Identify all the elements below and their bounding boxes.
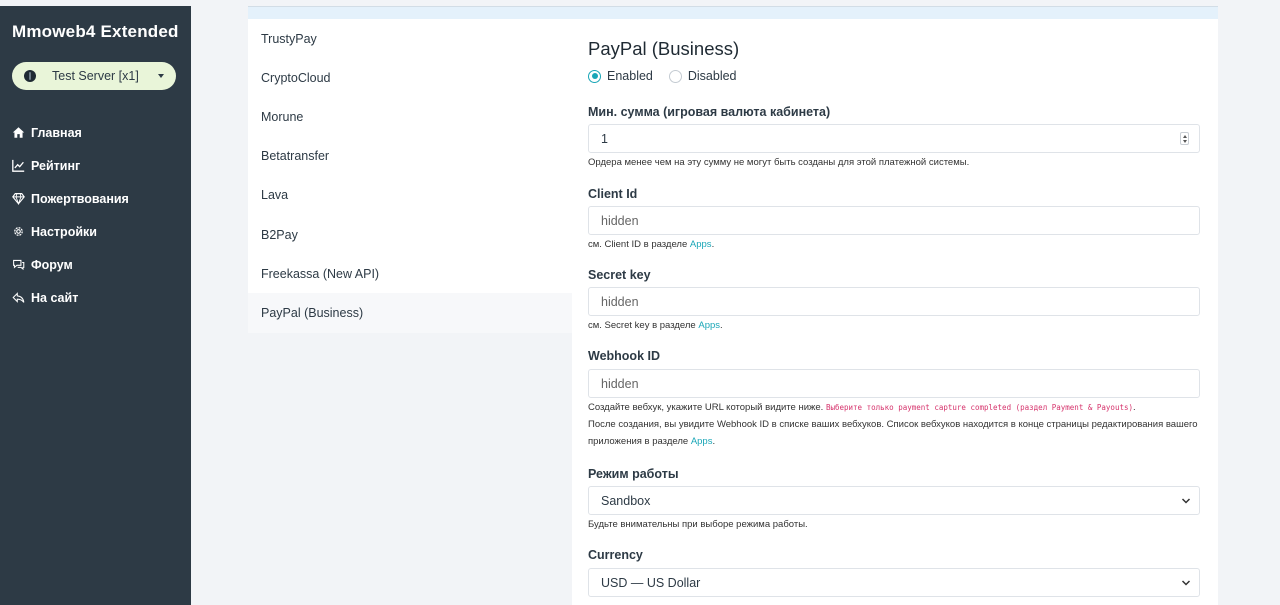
- home-icon: [12, 126, 25, 139]
- diamond-icon: [12, 192, 25, 205]
- gateway-item-trustypay[interactable]: TrustyPay: [248, 19, 572, 58]
- top-info-strip: [248, 6, 1218, 19]
- gateway-item-cryptocloud[interactable]: CryptoCloud: [248, 58, 572, 97]
- webhook-hint-end: .: [712, 436, 716, 447]
- gear-icon: [12, 225, 25, 238]
- enabled-label[interactable]: Enabled: [607, 69, 653, 83]
- webhook-hint-text3: приложения в разделе: [588, 436, 691, 447]
- number-spinner-icon[interactable]: [1180, 132, 1189, 145]
- disabled-label[interactable]: Disabled: [688, 69, 737, 83]
- sidebar-item-donations[interactable]: Пожертвования: [12, 182, 129, 215]
- chevron-down-icon: [1181, 498, 1191, 504]
- secret-key-hint: см. Secret key в разделе Apps.: [588, 317, 723, 334]
- sidebar: Mmoweb4 Extended Test Server [x1] Главна…: [0, 6, 191, 605]
- client-id-apps-link[interactable]: Apps: [690, 239, 712, 250]
- gateway-item-b2pay[interactable]: B2Pay: [248, 215, 572, 254]
- min-sum-hint: Ордера менее чем на эту сумму не могут б…: [588, 157, 970, 168]
- client-id-hint: см. Client ID в разделе Apps.: [588, 236, 714, 253]
- webhook-hint-dot: .: [1133, 402, 1136, 413]
- client-id-hint-end: .: [711, 239, 715, 250]
- reply-icon: [12, 291, 25, 304]
- secret-key-apps-link[interactable]: Apps: [698, 320, 720, 331]
- gateway-item-lava[interactable]: Lava: [248, 176, 572, 215]
- client-id-label: Client Id: [588, 187, 638, 201]
- webhook-id-input[interactable]: [588, 369, 1200, 398]
- webhook-apps-link[interactable]: Apps: [691, 436, 713, 447]
- sidebar-item-label: Форум: [31, 257, 73, 272]
- min-sum-label: Мин. сумма (игровая валюта кабинета): [588, 105, 831, 119]
- client-id-input[interactable]: [588, 206, 1200, 235]
- webhook-hint-line3: приложения в разделе Apps.: [588, 433, 1198, 450]
- secret-key-hint-end: .: [720, 320, 723, 331]
- gateway-item-morune[interactable]: Morune: [248, 97, 572, 136]
- server-power-icon: [24, 70, 36, 82]
- gateway-list: TrustyPay CryptoCloud Morune Betatransfe…: [248, 19, 572, 333]
- sidebar-item-label: Настройки: [31, 224, 97, 239]
- mode-select[interactable]: Sandbox: [588, 486, 1200, 515]
- client-id-hint-text: см. Client ID в разделе: [588, 239, 690, 250]
- currency-select[interactable]: USD — US Dollar: [588, 568, 1200, 597]
- sidebar-item-to-site[interactable]: На сайт: [12, 281, 129, 314]
- chevron-down-icon: [1181, 580, 1191, 586]
- gateway-item-betatransfer[interactable]: Betatransfer: [248, 137, 572, 176]
- webhook-hint-text: Создайте вебхук, укажите URL который вид…: [588, 402, 826, 413]
- gateway-item-paypal[interactable]: PayPal (Business): [248, 293, 572, 333]
- chart-line-icon: [12, 159, 25, 172]
- sidebar-item-forum[interactable]: Форум: [12, 248, 129, 281]
- sidebar-item-label: На сайт: [31, 290, 79, 305]
- sidebar-item-settings[interactable]: Настройки: [12, 215, 129, 248]
- mode-label: Режим работы: [588, 467, 679, 481]
- disabled-radio[interactable]: [668, 69, 682, 83]
- mode-value: Sandbox: [601, 493, 651, 508]
- caret-down-icon: [158, 74, 164, 78]
- currency-label: Currency: [588, 548, 643, 562]
- webhook-hint-line2: После создания, вы увидите Webhook ID в …: [588, 419, 1198, 430]
- currency-value: USD — US Dollar: [601, 575, 701, 590]
- webhook-hint-line1: Создайте вебхук, укажите URL который вид…: [588, 399, 1198, 416]
- webhook-id-label: Webhook ID: [588, 349, 660, 363]
- brand-title: Mmoweb4 Extended: [12, 22, 179, 41]
- server-name: Test Server [x1]: [52, 69, 139, 83]
- webhook-hint-code: Выберите только payment capture complete…: [825, 403, 1133, 412]
- chat-icon: [12, 258, 25, 271]
- mode-hint: Будьте внимательны при выборе режима раб…: [588, 519, 808, 530]
- sidebar-nav: Главная Рейтинг Пожертвования Настройки …: [12, 116, 129, 314]
- min-sum-value: 1: [601, 131, 608, 146]
- enabled-radio[interactable]: [588, 69, 601, 83]
- sidebar-item-label: Рейтинг: [31, 158, 81, 173]
- webhook-hint: Создайте вебхук, укажите URL который вид…: [588, 399, 1198, 450]
- min-sum-input[interactable]: 1: [588, 124, 1200, 153]
- status-radio-group: Enabled Disabled: [588, 69, 753, 83]
- sidebar-item-home[interactable]: Главная: [12, 116, 129, 149]
- server-selector[interactable]: Test Server [x1]: [12, 62, 176, 90]
- secret-key-label: Secret key: [588, 268, 651, 282]
- gateway-settings-form: PayPal (Business) Enabled Disabled Мин. …: [572, 19, 1218, 605]
- sidebar-item-label: Главная: [31, 125, 82, 140]
- secret-key-input[interactable]: [588, 287, 1200, 316]
- secret-key-hint-text: см. Secret key в разделе: [588, 320, 699, 331]
- sidebar-item-rating[interactable]: Рейтинг: [12, 149, 129, 182]
- gateway-item-freekassa[interactable]: Freekassa (New API): [248, 254, 572, 293]
- form-title: PayPal (Business): [588, 38, 740, 59]
- sidebar-item-label: Пожертвования: [31, 191, 129, 206]
